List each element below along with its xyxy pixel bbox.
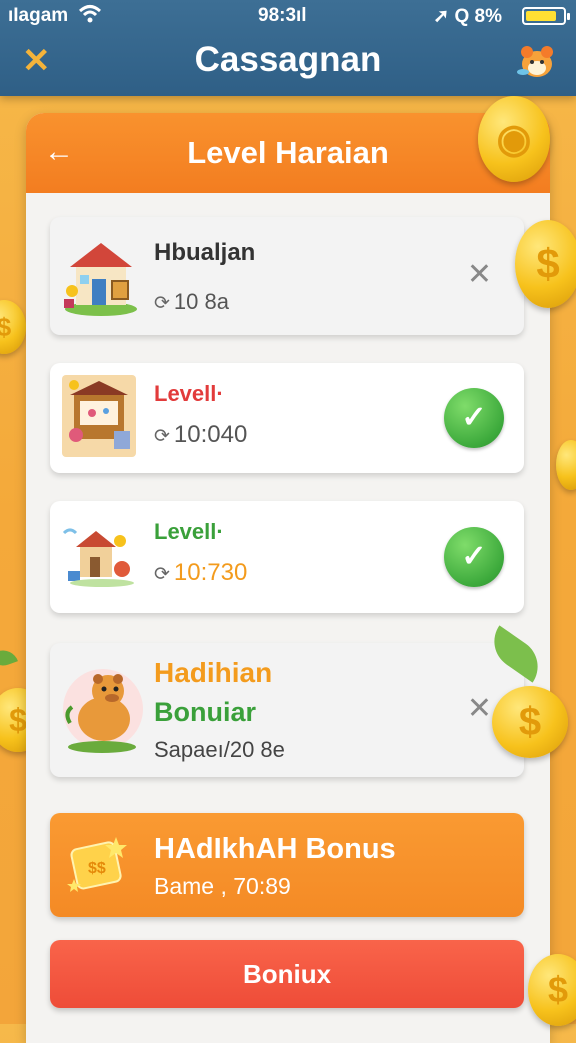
item-time: ⟳ 10 8a (154, 289, 229, 315)
status-right-text: Q 8% (454, 6, 502, 27)
capybara-thumbnail (62, 663, 144, 755)
status-time: 98:3ıl (258, 5, 307, 26)
shop-thumbnail (62, 375, 140, 459)
coin-icon: $ (0, 300, 26, 354)
reward-item[interactable]: Hadihian Bonuiar Sapaeı/20 8e ✕ (50, 643, 524, 777)
clock-icon: ⟳ (154, 426, 170, 447)
mascot-icon[interactable] (514, 38, 560, 84)
reward-title-2: Bonuiar (154, 697, 257, 727)
reward-subtitle: Sapaeı/20 8e (154, 737, 285, 762)
item-time-value: 10 8a (173, 289, 229, 314)
ticket-icon: $$ (66, 833, 130, 897)
svg-text:$$: $$ (88, 860, 106, 877)
item-time-value: 10:040 (173, 421, 248, 448)
coin-icon (556, 440, 576, 490)
status-bar: ıIagam 98:3ıl ➚ Q 8% (0, 2, 576, 30)
item-title: Levell· (154, 519, 224, 544)
panel-title: Level Haraian (187, 135, 389, 170)
list-item[interactable]: Hbualjan ⟳ 10 8a ✕ (50, 217, 524, 335)
list-item[interactable]: Levell· ⟳ 10:730 ✓ (50, 501, 524, 613)
house-thumbnail (62, 233, 140, 317)
item-title: Hbualjan (154, 239, 256, 266)
bonus-card-title: HAdIkhAH Bonus (154, 833, 396, 865)
item-time: ⟳ 10:040 (154, 421, 247, 449)
clock-icon: ⟳ (154, 564, 170, 585)
app-title: Cassagnan (194, 40, 382, 79)
app-header: ıIagam 98:3ıl ➚ Q 8% ✕ Cassagnan (0, 0, 576, 96)
item-time: ⟳ 10:730 (154, 559, 247, 587)
check-icon: ✓ (444, 527, 504, 587)
bonus-card-subtitle: Bame , 70:89 (154, 873, 291, 899)
leaf-decoration (0, 646, 18, 670)
bonus-card[interactable]: $$ HAdIkhAH Bonus Bame , 70:89 (50, 813, 524, 917)
bonus-button[interactable]: Boniux (50, 940, 524, 1008)
coin-icon: $ (515, 220, 576, 308)
battery-icon (522, 7, 570, 25)
coin-icon: $ (492, 686, 568, 758)
status-right: ➚ Q 8% (433, 5, 502, 28)
panel-header: ← Level Haraian (26, 113, 550, 193)
check-icon: ✓ (444, 388, 504, 448)
cottage-thumbnail (62, 513, 140, 597)
wifi-icon (78, 4, 102, 30)
reward-title-1: Hadihian (154, 657, 273, 688)
item-time-value: 10:730 (173, 559, 248, 586)
dismiss-icon[interactable]: ✕ (467, 257, 492, 292)
list-item[interactable]: Levell· ⟳ 10:040 ✓ (50, 363, 524, 473)
dismiss-icon[interactable]: ✕ (467, 691, 492, 726)
location-arrow-icon: ➚ (433, 6, 450, 27)
clock-icon: ⟳ (154, 293, 170, 314)
carrier-label: ıIagam (8, 5, 69, 26)
item-title: Levell· (154, 381, 224, 406)
level-panel: ← Level Haraian Hbualjan ⟳ 10 8a ✕ Level… (26, 113, 550, 1043)
coin-icon: ◉ (478, 96, 550, 182)
